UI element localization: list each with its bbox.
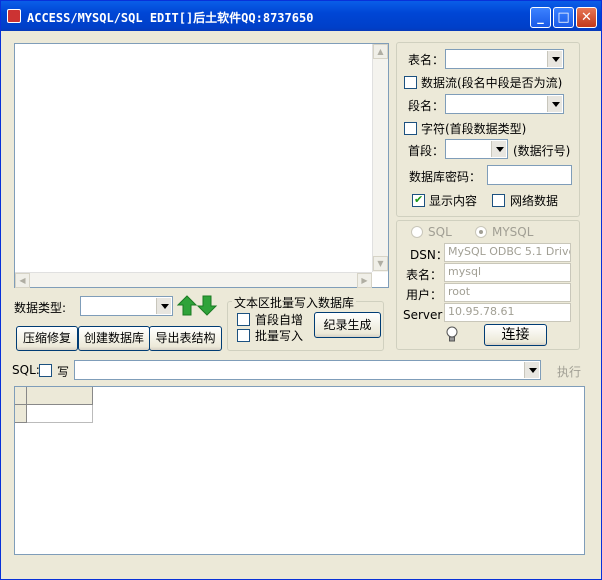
grid-cell[interactable] [27,405,93,423]
batch-write-label: 批量写入 [255,329,304,343]
create-database-button[interactable]: 创建数据库 [78,326,150,351]
sql-label: SQL: [12,363,40,377]
sql-command-combo[interactable] [74,360,541,380]
first-field-label: 首段： [408,144,445,158]
main-window: ACCESS/MYSQL/SQL EDIT[]后土软件QQ:8737650 _ … [0,0,602,580]
network-data-label: 网络数据 [510,194,559,208]
sql-radio-label: SQL [428,225,452,239]
network-data-checkbox[interactable] [492,194,505,207]
mysql-table-input[interactable]: mysql [444,263,571,282]
first-field-select[interactable] [445,139,508,159]
close-button[interactable]: ✕ [576,7,597,28]
maximize-button[interactable]: □ [553,7,574,28]
db-password-input[interactable] [487,165,572,185]
data-row-label: (数据行号) [513,144,571,158]
first-field-autoincrement-label: 首段自增 [255,313,304,327]
chevron-down-icon[interactable] [547,96,562,112]
scroll-right-icon[interactable]: ▶ [357,273,372,288]
dsn-input[interactable]: MySQL ODBC 5.1 Driver [444,243,571,262]
db-password-label: 数据库密码： [409,170,482,184]
table-name-select[interactable] [445,49,564,69]
chevron-down-icon[interactable] [524,362,539,378]
server-input[interactable]: 10.95.78.61 [444,303,571,322]
batch-write-group-title: 文本区批量写入数据库 [232,294,357,311]
grid-corner-cell [15,387,27,405]
move-up-down-arrows-icon[interactable] [177,294,219,316]
mysql-table-label: 表名： [406,268,443,282]
export-table-structure-button[interactable]: 导出表结构 [149,326,222,351]
text-area[interactable]: ▲ ▼ ◀ ▶ [14,43,389,288]
lightbulb-icon [446,326,458,342]
record-generate-button[interactable]: 纪录生成 [314,312,381,338]
datatype-select[interactable] [80,296,173,316]
dataflow-checkbox[interactable] [404,76,417,89]
grid-row-header[interactable] [15,405,27,423]
char-type-checkbox[interactable] [404,122,417,135]
table-name-label: 表名： [408,53,445,67]
chevron-down-icon[interactable] [491,141,506,157]
compress-repair-button[interactable]: 压缩修复 [16,326,78,351]
chevron-down-icon[interactable] [156,298,171,314]
title-bar[interactable]: ACCESS/MYSQL/SQL EDIT[]后土软件QQ:8737650 _ … [1,1,601,31]
datatype-label: 数据类型: [14,301,67,315]
user-input[interactable]: root [444,283,571,302]
sql-radio[interactable] [411,226,423,238]
mysql-radio-label: MYSQL [492,225,534,239]
chevron-down-icon[interactable] [547,51,562,67]
app-icon [7,9,21,23]
dsn-label: DSN： [410,248,448,262]
minimize-button[interactable]: _ [530,7,551,28]
write-label: 写 [57,365,70,379]
scroll-left-icon[interactable]: ◀ [15,273,30,288]
window-title: ACCESS/MYSQL/SQL EDIT[]后土软件QQ:8737650 [27,11,314,25]
execute-button[interactable]: 执行 [557,363,581,380]
results-grid[interactable] [14,386,585,555]
scroll-down-icon[interactable]: ▼ [373,256,388,271]
mysql-radio[interactable] [475,226,487,238]
text-area-vscrollbar[interactable]: ▲ ▼ [372,44,388,272]
scroll-up-icon[interactable]: ▲ [373,44,388,59]
text-area-hscrollbar[interactable]: ◀ ▶ [15,272,372,288]
show-content-checkbox[interactable] [412,193,425,207]
first-field-autoincrement-checkbox[interactable] [237,313,250,326]
dataflow-label: 数据流(段名中段是否为流) [421,76,563,90]
field-name-label: 段名： [408,99,445,113]
batch-write-checkbox[interactable] [237,329,250,342]
char-type-label: 字符(首段数据类型) [421,122,527,136]
connect-button[interactable]: 连接 [484,324,547,346]
user-label: 用户： [406,288,443,302]
grid-column-header[interactable] [27,387,93,405]
field-name-select[interactable] [445,94,564,114]
show-content-label: 显示内容 [429,194,478,208]
write-checkbox[interactable] [39,364,52,377]
